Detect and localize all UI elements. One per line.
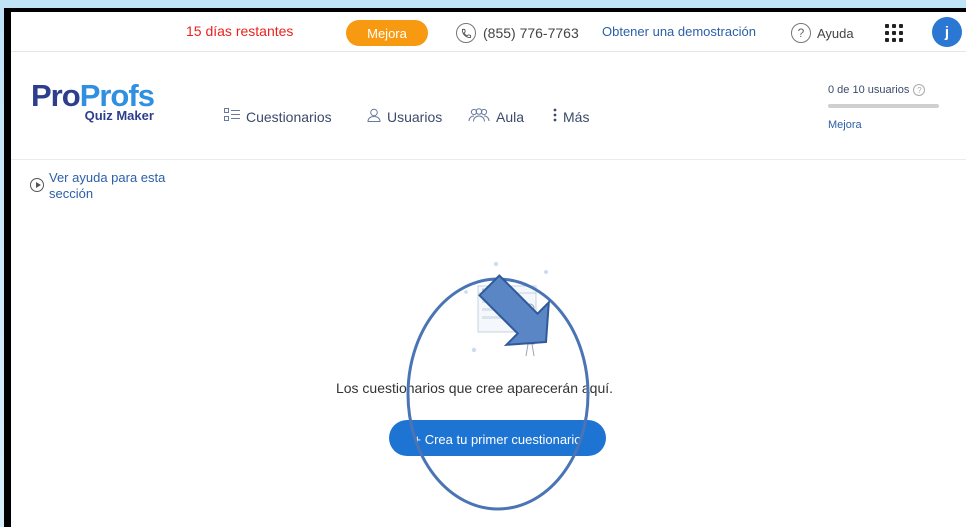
logo-text-pro: Pro	[31, 78, 81, 113]
top-bar: 15 días restantes Mejora (855) 776-7763 …	[11, 12, 966, 52]
screenshot-frame: 15 días restantes Mejora (855) 776-7763 …	[4, 8, 966, 527]
user-quota-upgrade-link[interactable]: Mejora	[828, 119, 943, 131]
nav-item-quizzes-label: Cuestionarios	[246, 108, 332, 125]
kebab-icon	[553, 108, 557, 125]
help-label: Ayuda	[817, 25, 854, 41]
user-avatar[interactable]: j	[932, 17, 962, 47]
empty-state-message: Los cuestionarios que cree aparecerán aq…	[11, 380, 966, 396]
user-quota: 0 de 10 usuarios ? Mejora	[828, 84, 943, 131]
upgrade-button[interactable]: Mejora	[346, 20, 428, 46]
nav-item-quizzes[interactable]: Cuestionarios	[224, 108, 332, 125]
nav-item-users[interactable]: Usuarios	[367, 108, 442, 125]
apps-grid-icon[interactable]	[885, 24, 903, 42]
group-icon	[468, 108, 490, 125]
nav-item-classroom[interactable]: Aula	[468, 108, 524, 125]
create-first-quiz-button[interactable]: + Crea tu primer cuestionario	[389, 420, 606, 456]
play-icon	[30, 178, 44, 192]
phone-icon	[456, 23, 476, 43]
proprofs-logo[interactable]: ProProfs Quiz Maker	[31, 78, 155, 122]
section-help-line1: Ver ayuda para esta	[49, 170, 166, 185]
trial-days-remaining: 15 días restantes	[186, 23, 294, 39]
help-menu[interactable]: ? Ayuda	[791, 23, 854, 43]
phone-number[interactable]: (855) 776-7763	[456, 23, 579, 43]
question-icon[interactable]: ?	[913, 84, 926, 96]
list-icon	[224, 108, 240, 125]
nav-item-users-label: Usuarios	[387, 108, 443, 125]
nav-item-more-label: Más	[563, 108, 590, 125]
question-icon: ?	[791, 23, 811, 43]
nav-item-classroom-label: Aula	[496, 108, 525, 125]
phone-number-text: (855) 776-7763	[483, 25, 579, 41]
empty-quiz-illustration	[464, 262, 548, 357]
nav-item-more[interactable]: Más	[553, 108, 589, 125]
user-quota-progress-bar	[828, 104, 939, 108]
section-help-line2: sección	[49, 186, 94, 201]
app-window: 15 días restantes Mejora (855) 776-7763 …	[11, 12, 966, 527]
user-icon	[367, 108, 381, 125]
user-quota-text: 0 de 10 usuarios	[828, 84, 910, 96]
main-nav: ProProfs Quiz Maker Cuestionarios Usuari…	[11, 52, 966, 160]
section-help-link[interactable]: Ver ayuda para esta sección	[30, 170, 165, 202]
get-demo-link[interactable]: Obtener una demostración	[602, 24, 756, 39]
empty-state-message-text: Los cuestionarios que cree aparecerán aq…	[335, 380, 614, 396]
